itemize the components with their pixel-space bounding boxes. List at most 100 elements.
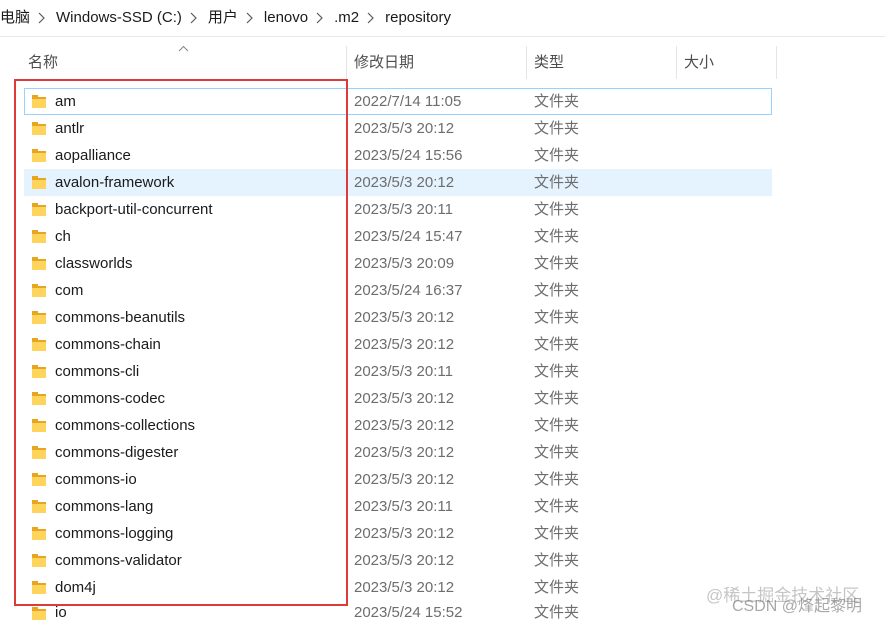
folder-modified-date: 2023/5/3 20:12 — [354, 444, 455, 461]
folder-type: 文件夹 — [534, 93, 580, 110]
folder-icon — [32, 284, 46, 297]
column-header: 名称 修改日期 类型 大小 — [0, 44, 885, 80]
folder-type: 文件夹 — [534, 390, 580, 407]
folder-modified-date: 2023/5/3 20:11 — [354, 498, 453, 515]
folder-row[interactable]: am 2022/7/14 11:05 文件夹 — [24, 88, 772, 115]
folder-type: 文件夹 — [534, 552, 580, 569]
folder-modified-date: 2023/5/3 20:12 — [354, 579, 455, 596]
folder-name: commons-cli — [55, 363, 140, 380]
folder-name: am — [55, 93, 76, 110]
folder-row[interactable]: backport-util-concurrent 2023/5/3 20:11 … — [24, 196, 772, 223]
column-resize-handle[interactable] — [346, 46, 347, 79]
folder-row[interactable]: avalon-framework 2023/5/3 20:12 文件夹 — [24, 169, 772, 196]
folder-row[interactable]: dom4j 2023/5/3 20:12 文件夹 — [24, 574, 772, 601]
folder-icon — [32, 392, 46, 405]
folder-row[interactable]: commons-io 2023/5/3 20:12 文件夹 — [24, 466, 772, 493]
chevron-right-icon[interactable] — [316, 12, 323, 24]
folder-row[interactable]: io 2023/5/24 15:52 文件夹 — [24, 601, 772, 624]
breadcrumb-item-drive[interactable]: Windows-SSD (C:) — [56, 8, 182, 28]
folder-row[interactable]: antlr 2023/5/3 20:12 文件夹 — [24, 115, 772, 142]
folder-name: commons-beanutils — [55, 309, 186, 326]
column-resize-handle[interactable] — [526, 46, 527, 79]
folder-type: 文件夹 — [534, 444, 580, 461]
breadcrumb-item-this-pc[interactable]: 电脑 — [0, 8, 30, 28]
folder-row[interactable]: classworlds 2023/5/3 20:09 文件夹 — [24, 250, 772, 277]
folder-type: 文件夹 — [534, 604, 580, 621]
folder-icon — [32, 230, 46, 243]
folder-modified-date: 2023/5/24 15:56 — [354, 147, 463, 164]
folder-name: commons-validator — [55, 552, 182, 569]
column-header-name[interactable]: 名称 — [28, 44, 58, 80]
folder-modified-date: 2023/5/3 20:12 — [354, 174, 455, 191]
folder-modified-date: 2023/5/3 20:11 — [354, 201, 453, 218]
folder-icon — [32, 419, 46, 432]
column-resize-handle[interactable] — [676, 46, 677, 79]
folder-row[interactable]: aopalliance 2023/5/24 15:56 文件夹 — [24, 142, 772, 169]
chevron-right-icon[interactable] — [190, 12, 197, 24]
folder-modified-date: 2023/5/3 20:12 — [354, 336, 455, 353]
folder-type: 文件夹 — [534, 579, 580, 596]
breadcrumb-item-user[interactable]: lenovo — [264, 8, 308, 28]
folder-row[interactable]: commons-digester 2023/5/3 20:12 文件夹 — [24, 439, 772, 466]
folder-name: ch — [55, 228, 71, 245]
folder-type: 文件夹 — [534, 120, 580, 137]
folder-row[interactable]: commons-codec 2023/5/3 20:12 文件夹 — [24, 385, 772, 412]
breadcrumb-item-users[interactable]: 用户 — [208, 8, 238, 28]
folder-modified-date: 2023/5/3 20:12 — [354, 120, 455, 137]
folder-icon — [32, 122, 46, 135]
column-header-type[interactable]: 类型 — [534, 44, 564, 80]
folder-row[interactable]: ch 2023/5/24 15:47 文件夹 — [24, 223, 772, 250]
chevron-right-icon[interactable] — [367, 12, 374, 24]
folder-icon — [32, 257, 46, 270]
folder-icon — [32, 311, 46, 324]
folder-modified-date: 2023/5/24 16:37 — [354, 282, 463, 299]
folder-type: 文件夹 — [534, 471, 580, 488]
folder-modified-date: 2023/5/3 20:12 — [354, 552, 455, 569]
folder-modified-date: 2023/5/24 15:47 — [354, 228, 463, 245]
folder-row[interactable]: commons-collections 2023/5/3 20:12 文件夹 — [24, 412, 772, 439]
folder-icon — [32, 95, 46, 108]
folder-modified-date: 2022/7/14 11:05 — [354, 93, 462, 110]
folder-row[interactable]: commons-lang 2023/5/3 20:11 文件夹 — [24, 493, 772, 520]
folder-modified-date: 2023/5/3 20:12 — [354, 417, 455, 434]
folder-name: aopalliance — [55, 147, 131, 164]
breadcrumb-item-repository[interactable]: repository — [385, 8, 451, 28]
folder-row[interactable]: commons-beanutils 2023/5/3 20:12 文件夹 — [24, 304, 772, 331]
folder-row[interactable]: commons-chain 2023/5/3 20:12 文件夹 — [24, 331, 772, 358]
column-resize-handle[interactable] — [776, 46, 777, 79]
folder-icon — [32, 338, 46, 351]
breadcrumb-item-m2[interactable]: .m2 — [334, 8, 359, 28]
chevron-right-icon[interactable] — [246, 12, 253, 24]
folder-icon — [32, 581, 46, 594]
folder-name: commons-chain — [55, 336, 161, 353]
chevron-up-icon — [178, 45, 189, 52]
folder-type: 文件夹 — [534, 309, 580, 326]
folder-name: commons-logging — [55, 525, 174, 542]
folder-row[interactable]: commons-cli 2023/5/3 20:11 文件夹 — [24, 358, 772, 385]
column-header-modified[interactable]: 修改日期 — [354, 44, 414, 80]
folder-icon — [32, 203, 46, 216]
folder-row[interactable]: commons-logging 2023/5/3 20:12 文件夹 — [24, 520, 772, 547]
folder-name: io — [55, 604, 67, 621]
folder-modified-date: 2023/5/3 20:12 — [354, 525, 455, 542]
folder-icon — [32, 554, 46, 567]
folder-name: commons-io — [55, 471, 137, 488]
folder-name: commons-lang — [55, 498, 154, 515]
folder-type: 文件夹 — [534, 498, 580, 515]
folder-type: 文件夹 — [534, 147, 580, 164]
folder-row[interactable]: commons-validator 2023/5/3 20:12 文件夹 — [24, 547, 772, 574]
folder-name: avalon-framework — [55, 174, 175, 191]
folder-type: 文件夹 — [534, 174, 580, 191]
breadcrumb: 电脑 Windows-SSD (C:) 用户 lenovo .m2 reposi… — [0, 0, 451, 36]
folder-icon — [32, 607, 46, 620]
folder-type: 文件夹 — [534, 525, 580, 542]
folder-icon — [32, 473, 46, 486]
folder-type: 文件夹 — [534, 282, 580, 299]
chevron-right-icon[interactable] — [38, 12, 45, 24]
file-list: am 2022/7/14 11:05 文件夹 antlr 2023/5/3 20… — [0, 88, 885, 624]
folder-row[interactable]: com 2023/5/24 16:37 文件夹 — [24, 277, 772, 304]
folder-modified-date: 2023/5/3 20:09 — [354, 255, 455, 272]
column-header-size[interactable]: 大小 — [684, 44, 714, 80]
folder-modified-date: 2023/5/3 20:12 — [354, 471, 455, 488]
folder-type: 文件夹 — [534, 336, 580, 353]
